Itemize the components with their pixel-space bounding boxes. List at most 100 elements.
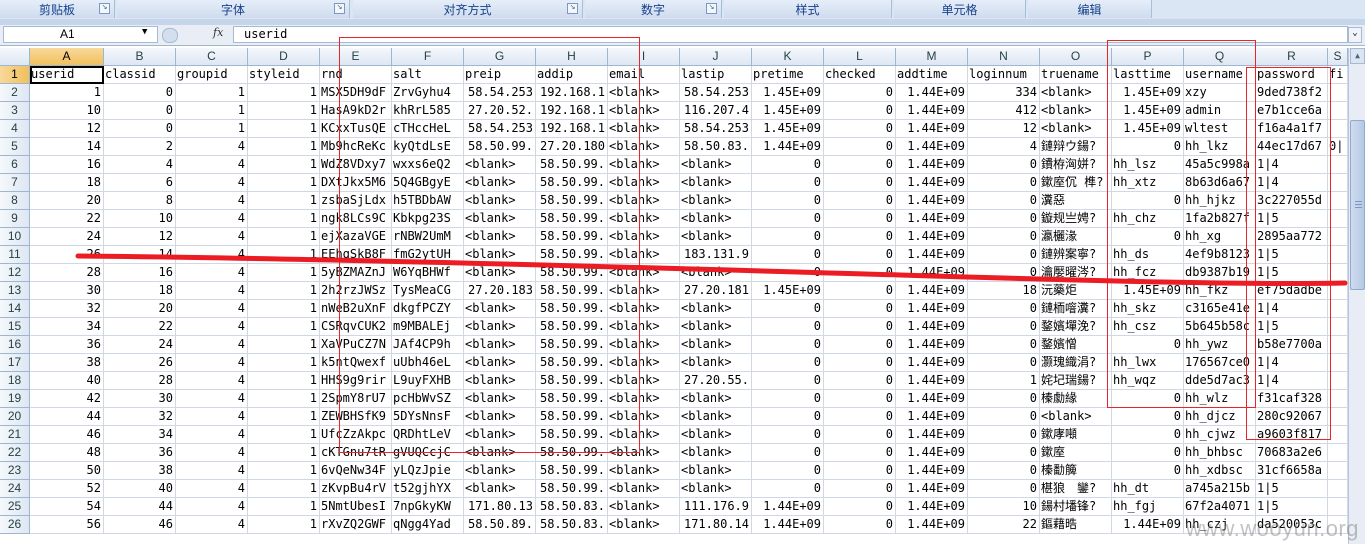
table-cell[interactable]: 58.54.253 bbox=[680, 120, 752, 138]
table-cell[interactable]: 58.50.99. bbox=[536, 282, 608, 300]
table-cell[interactable]: 1 bbox=[248, 372, 320, 390]
ribbon-group-alignment[interactable]: 对齐方式 ↘ bbox=[353, 0, 583, 18]
table-cell[interactable]: 1.44E+09 bbox=[896, 102, 968, 120]
table-cell[interactable]: 6 bbox=[104, 174, 176, 192]
table-cell[interactable]: 1.44E+09 bbox=[896, 498, 968, 516]
table-cell[interactable]: 27.20.55. bbox=[680, 372, 752, 390]
table-cell[interactable]: 40 bbox=[104, 480, 176, 498]
table-cell[interactable]: 1 bbox=[248, 318, 320, 336]
table-cell[interactable]: JAf4CP9h bbox=[392, 336, 464, 354]
table-cell[interactable]: hh_ywz bbox=[1184, 336, 1256, 354]
row-header[interactable]: 13 bbox=[0, 282, 30, 300]
table-cell[interactable]: 5NmtUbesI bbox=[320, 498, 392, 516]
column-header-a[interactable]: A bbox=[30, 48, 104, 66]
vertical-scrollbar[interactable]: ▲ bbox=[1348, 48, 1365, 544]
table-cell[interactable]: a9603f817 bbox=[1256, 426, 1328, 444]
table-cell[interactable]: 38 bbox=[104, 462, 176, 480]
table-cell[interactable]: a745a215b bbox=[1184, 480, 1256, 498]
table-cell[interactable]: 5yBZMAZnJ bbox=[320, 264, 392, 282]
row-header[interactable]: 12 bbox=[0, 264, 30, 282]
table-cell[interactable]: <blank> bbox=[680, 174, 752, 192]
table-cell[interactable]: 0 bbox=[752, 426, 824, 444]
row-header[interactable]: 11 bbox=[0, 246, 30, 264]
table-cell[interactable]: 34 bbox=[30, 318, 104, 336]
table-cell[interactable]: 1.45E+09 bbox=[1112, 120, 1184, 138]
table-cell[interactable]: rXvZQ2GWF bbox=[320, 516, 392, 534]
table-cell[interactable]: 16 bbox=[30, 156, 104, 174]
table-cell[interactable]: 5b645b58c bbox=[1184, 318, 1256, 336]
table-cell[interactable]: ngk8LCs9C bbox=[320, 210, 392, 228]
table-cell[interactable]: 0 bbox=[824, 498, 896, 516]
table-cell[interactable]: admin bbox=[1184, 102, 1256, 120]
table-cell[interactable]: 1.44E+09 bbox=[896, 282, 968, 300]
table-cell[interactable]: k5ntQwexf bbox=[320, 354, 392, 372]
table-cell[interactable]: 27.20.183 bbox=[464, 282, 536, 300]
table-cell[interactable]: 26 bbox=[104, 354, 176, 372]
table-cell[interactable]: 45a5c998a bbox=[1184, 156, 1256, 174]
formula-input[interactable]: userid bbox=[233, 26, 1348, 43]
table-cell[interactable]: 0 bbox=[824, 408, 896, 426]
table-cell[interactable]: 27.20.181 bbox=[680, 282, 752, 300]
table-cell[interactable]: 42 bbox=[30, 390, 104, 408]
table-cell[interactable]: zsbaSjLdx bbox=[320, 192, 392, 210]
table-cell[interactable] bbox=[1328, 192, 1348, 210]
table-cell[interactable]: 1.44E+09 bbox=[896, 516, 968, 534]
table-cell[interactable]: 1.45E+09 bbox=[1112, 102, 1184, 120]
table-cell[interactable]: hh_lwx bbox=[1112, 354, 1184, 372]
table-cell[interactable]: cTHccHeL bbox=[392, 120, 464, 138]
table-cell[interactable]: gVUQCcjC bbox=[392, 444, 464, 462]
table-cell[interactable]: 412 bbox=[968, 102, 1040, 120]
table-cell[interactable]: 6vQeNw34F bbox=[320, 462, 392, 480]
table-cell[interactable]: 4 bbox=[176, 480, 248, 498]
table-cell[interactable]: 67f2a4071 bbox=[1184, 498, 1256, 516]
table-cell[interactable]: 1 bbox=[248, 138, 320, 156]
table-cell[interactable]: 2SpmY8rU7 bbox=[320, 390, 392, 408]
table-cell[interactable]: 1.44E+09 bbox=[896, 300, 968, 318]
table-cell[interactable]: 瀹嬮曜涔? bbox=[1040, 264, 1112, 282]
table-cell[interactable]: 12 bbox=[104, 228, 176, 246]
table-cell[interactable]: b58e7700a bbox=[1256, 336, 1328, 354]
table-cell[interactable]: 22 bbox=[968, 516, 1040, 534]
table-cell[interactable]: 0 bbox=[968, 192, 1040, 210]
table-cell[interactable]: 0 bbox=[968, 390, 1040, 408]
table-cell[interactable]: <blank> bbox=[464, 372, 536, 390]
table-cell[interactable]: 30 bbox=[104, 390, 176, 408]
table-cell[interactable]: 8 bbox=[104, 192, 176, 210]
table-cell[interactable]: 鍪嬪墠浼? bbox=[1040, 318, 1112, 336]
table-cell[interactable]: hh_csz bbox=[1112, 318, 1184, 336]
table-cell[interactable]: 1|5 bbox=[1256, 264, 1328, 282]
table-cell[interactable]: 1 bbox=[248, 408, 320, 426]
table-cell[interactable]: 0 bbox=[1112, 228, 1184, 246]
table-cell[interactable]: hh_chz bbox=[1112, 210, 1184, 228]
table-cell[interactable]: 瀵惡 bbox=[1040, 192, 1112, 210]
table-cell[interactable]: 4 bbox=[176, 372, 248, 390]
ribbon-group-font[interactable]: 字体 ↘ bbox=[117, 0, 350, 18]
table-cell[interactable]: 0 bbox=[824, 480, 896, 498]
table-cell[interactable]: 9ded738f2 bbox=[1256, 84, 1328, 102]
table-cell[interactable]: <blank> bbox=[608, 246, 680, 264]
table-cell[interactable]: 0 bbox=[752, 480, 824, 498]
table-cell[interactable]: 0 bbox=[824, 462, 896, 480]
table-cell[interactable]: 0 bbox=[824, 120, 896, 138]
table-cell[interactable]: 1|4 bbox=[1256, 300, 1328, 318]
header-cell[interactable]: rnd bbox=[320, 66, 392, 84]
row-header[interactable]: 19 bbox=[0, 390, 30, 408]
table-cell[interactable]: 1 bbox=[248, 354, 320, 372]
table-cell[interactable]: 0 bbox=[824, 336, 896, 354]
table-cell[interactable]: <blank> bbox=[608, 192, 680, 210]
table-cell[interactable]: 0 bbox=[752, 354, 824, 372]
table-cell[interactable]: 4 bbox=[104, 156, 176, 174]
table-cell[interactable]: 0| bbox=[1328, 138, 1348, 156]
table-cell[interactable]: <blank> bbox=[608, 318, 680, 336]
table-cell[interactable]: 30 bbox=[30, 282, 104, 300]
table-cell[interactable]: 18 bbox=[30, 174, 104, 192]
table-cell[interactable]: <blank> bbox=[680, 300, 752, 318]
table-cell[interactable]: 58.50.83. bbox=[536, 498, 608, 516]
table-cell[interactable]: 58.50.99. bbox=[536, 210, 608, 228]
table-cell[interactable]: <blank> bbox=[608, 84, 680, 102]
table-cell[interactable]: 7npGkyKW bbox=[392, 498, 464, 516]
table-cell[interactable]: <blank> bbox=[464, 336, 536, 354]
table-cell[interactable]: 48 bbox=[30, 444, 104, 462]
table-cell[interactable]: 10 bbox=[104, 210, 176, 228]
table-cell[interactable]: 1.44E+09 bbox=[896, 228, 968, 246]
